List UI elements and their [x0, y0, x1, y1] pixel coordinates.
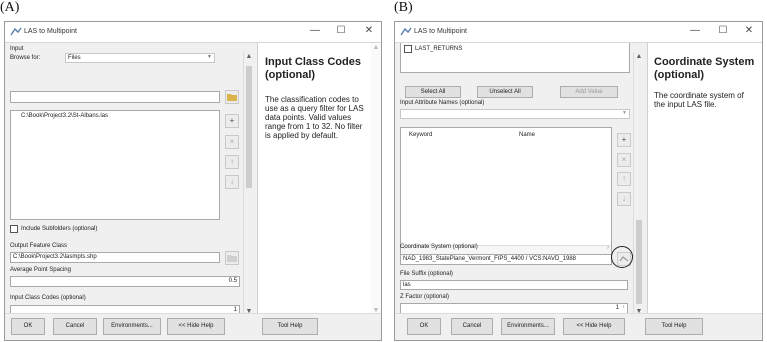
average-point-spacing-field[interactable]: 0.5 [10, 276, 240, 287]
hide-help-button[interactable]: << Hide Help [167, 318, 225, 335]
maximize-icon[interactable]: ☐ [715, 25, 731, 36]
input-attribute-names-label: Input Attribute Names (optional) [400, 100, 485, 106]
output-folder-icon[interactable] [225, 251, 239, 265]
file-suffix-field[interactable]: las [400, 280, 628, 290]
input-list[interactable]: C:\Book\Project3.2\St-Albans.las [10, 110, 220, 220]
window-title: LAS to Multipoint [414, 28, 467, 35]
add-value-button[interactable]: Add Value [560, 86, 618, 98]
panel-a-label: (A) [0, 0, 20, 15]
maximize-icon[interactable]: ☐ [333, 25, 349, 36]
help-title: Input Class Codes (optional) [265, 56, 361, 81]
scroll-up-icon[interactable]: ▲ [244, 53, 254, 60]
coordinate-system-field[interactable]: NAD_1983_StatePlane_Vermont_FIPS_4400 / … [400, 254, 612, 265]
window-title: LAS to Multipoint [24, 28, 77, 35]
scroll-up-icon[interactable]: ▲ [634, 53, 644, 60]
close-icon[interactable]: ✕ [361, 25, 377, 36]
help-text: The coordinate system of the input LAS f… [654, 91, 744, 109]
title-bar: LAS to Multipoint — ☐ ✕ [395, 22, 762, 42]
stepper-icon: ↕ [622, 304, 626, 310]
select-all-button[interactable]: Select All [405, 86, 461, 98]
las-to-multipoint-window-a: LAS to Multipoint — ☐ ✕ Input Browse for… [4, 21, 382, 341]
tool-icon [400, 27, 412, 36]
ok-button[interactable]: OK [11, 318, 45, 335]
input-label: Input [10, 46, 24, 52]
highlight-circle [611, 246, 633, 268]
browse-for-select[interactable]: Files ▼ [65, 53, 215, 63]
average-point-spacing-label: Average Point Spacing [10, 267, 71, 273]
remove-icon[interactable]: × [225, 135, 239, 149]
last-returns-checkbox[interactable] [404, 45, 412, 53]
tool-help-button[interactable]: Tool Help [262, 318, 318, 335]
minimize-icon[interactable]: — [307, 25, 323, 36]
cancel-button[interactable]: Cancel [53, 318, 97, 335]
row-down-icon[interactable]: ↓ [617, 192, 631, 206]
input-path-field[interactable] [10, 91, 220, 103]
unselect-all-button[interactable]: Unselect All [477, 86, 533, 98]
help-pane: Coordinate System (optional) The coordin… [647, 43, 762, 315]
file-suffix-value: las [403, 282, 411, 288]
z-factor-value: 1 [615, 305, 619, 311]
coordinate-system-value: NAD_1983_StatePlane_Vermont_FIPS_4400 / … [403, 256, 576, 262]
output-feature-class-label: Output Feature Class [10, 243, 68, 249]
move-down-icon[interactable]: ↓ [225, 175, 239, 189]
minimize-icon[interactable]: — [687, 25, 703, 36]
output-feature-class-value: C:\Book\Project3.2\lasmpts.shp [13, 254, 97, 260]
cancel-button[interactable]: Cancel [451, 318, 493, 335]
title-bar: LAS to Multipoint — ☐ ✕ [5, 22, 381, 42]
browse-folder-icon[interactable] [225, 90, 239, 104]
include-subfolders-label: Include Subfolders (optional) [21, 226, 98, 232]
button-bar: OK Cancel Environments... << Hide Help T… [395, 313, 762, 340]
z-factor-label: Z Factor (optional) [400, 294, 450, 300]
name-column-header: Name [519, 132, 536, 138]
last-returns-label: LAST_RETURNS [415, 46, 463, 52]
help-scrollbar[interactable]: ▲ ▼ [371, 43, 381, 315]
browse-for-value: Files [68, 55, 81, 61]
tool-help-button[interactable]: Tool Help [645, 318, 703, 335]
help-text: The classification codes to use as a que… [265, 95, 364, 140]
move-up-icon[interactable]: ↑ [225, 155, 239, 169]
add-icon[interactable]: + [225, 114, 239, 128]
scroll-thumb[interactable] [246, 66, 252, 188]
browse-for-label: Browse for: [10, 55, 41, 61]
hide-help-button[interactable]: << Hide Help [563, 318, 625, 335]
environments-button[interactable]: Environments... [103, 318, 161, 335]
coordinate-system-label: Coordinate System (optional) [400, 244, 478, 250]
row-up-icon[interactable]: ↑ [617, 172, 631, 186]
close-icon[interactable]: ✕ [741, 25, 757, 36]
environments-button[interactable]: Environments... [501, 318, 555, 335]
tool-icon [10, 27, 22, 36]
keyword-column-header: Keyword [409, 132, 433, 138]
input-class-codes-label: Input Class Codes (optional) [10, 295, 86, 301]
form-scrollbar[interactable]: ▲ ▼ [633, 52, 643, 316]
form-scrollbar[interactable]: ▲ ▼ [243, 52, 253, 316]
remove-row-icon[interactable]: × [617, 153, 631, 167]
button-bar: OK Cancel Environments... << Hide Help T… [5, 313, 381, 340]
ok-button[interactable]: OK [407, 318, 441, 335]
average-point-spacing-value: 0.5 [228, 278, 237, 284]
return-values-list[interactable]: LAST_RETURNS [400, 43, 630, 73]
attribute-table[interactable]: Keyword Name ‹ › [400, 127, 612, 255]
include-subfolders-checkbox[interactable] [10, 225, 18, 233]
file-suffix-label: File Suffix (optional) [400, 271, 453, 277]
help-scroll-up-icon[interactable]: ▲ [371, 44, 381, 51]
las-to-multipoint-window-b: LAS to Multipoint — ☐ ✕ LAST_RETURNS Sel… [394, 21, 763, 341]
help-title: Coordinate System (optional) [654, 56, 755, 81]
add-row-icon[interactable]: + [617, 133, 631, 147]
output-feature-class-field[interactable]: C:\Book\Project3.2\lasmpts.shp [10, 252, 220, 263]
scroll-thumb[interactable] [636, 220, 642, 304]
list-item[interactable]: C:\Book\Project3.2\St-Albans.las [21, 113, 108, 119]
chevron-down-icon: ▼ [207, 54, 212, 60]
chevron-down-icon: ▼ [622, 110, 627, 116]
help-pane: Input Class Codes (optional) The classif… [257, 43, 381, 315]
input-attribute-select[interactable]: ▼ [400, 109, 630, 119]
panel-b-label: (B) [394, 0, 413, 15]
